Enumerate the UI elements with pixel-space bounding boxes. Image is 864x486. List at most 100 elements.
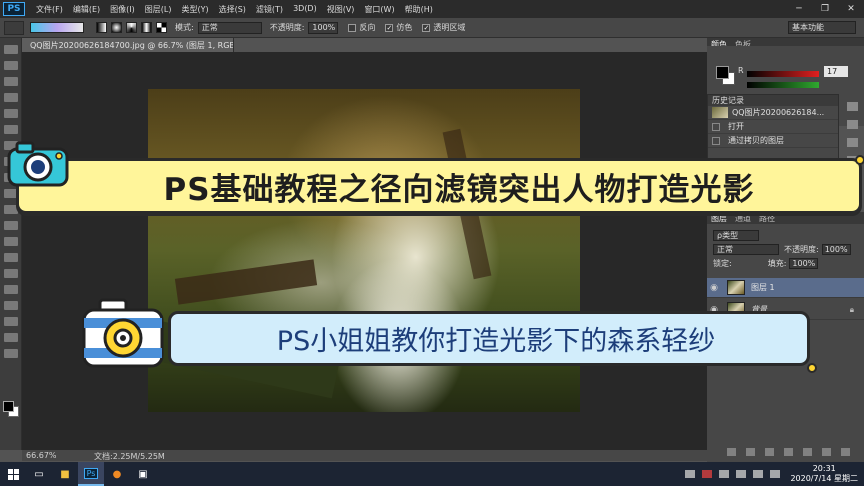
reflected-gradient-button[interactable] <box>141 22 152 33</box>
history-item-open[interactable]: 打开 <box>708 120 838 134</box>
history-dock-icon[interactable] <box>847 102 858 111</box>
document-tab[interactable]: QQ图片20200626184700.jpg @ 66.7% (图层 1, RG… <box>22 38 234 52</box>
history-item-copy-layer[interactable]: 通过拷贝的图层 <box>708 134 838 148</box>
fill-label: 填充: <box>767 258 787 268</box>
menu-type[interactable]: 类型(Y) <box>176 4 213 15</box>
menu-file[interactable]: 文件(F) <box>31 4 68 15</box>
menu-image[interactable]: 图像(I) <box>105 4 140 15</box>
layer-thumbnail <box>727 280 745 295</box>
new-layer-icon[interactable] <box>822 448 831 456</box>
layer-opacity-label: 不透明度: <box>784 244 819 254</box>
layer-row-layer1[interactable]: ◉ 图层 1 <box>707 278 864 298</box>
link-layers-icon[interactable] <box>727 448 736 456</box>
lock-label: 锁定: <box>713 258 732 268</box>
menu-layer[interactable]: 图层(L) <box>140 4 177 15</box>
red-slider[interactable] <box>747 71 819 77</box>
blur-tool-icon[interactable] <box>4 237 18 246</box>
video-app-icon[interactable]: ▣ <box>130 462 156 486</box>
history-step-icon <box>712 122 720 131</box>
opacity-input[interactable]: 100% <box>308 21 339 34</box>
tray-show-hidden-icon[interactable] <box>719 470 730 478</box>
file-explorer-icon[interactable]: ■ <box>52 462 78 486</box>
menu-select[interactable]: 选择(S) <box>214 4 251 15</box>
workspace-select[interactable]: 基本功能 <box>788 21 856 34</box>
layer-opacity-input[interactable]: 100% <box>821 243 851 255</box>
gradient-picker[interactable] <box>30 22 84 33</box>
properties-dock-icon[interactable] <box>847 120 858 129</box>
browser-icon[interactable]: ● <box>104 462 130 486</box>
add-mask-icon[interactable] <box>765 448 774 456</box>
type-tool-icon[interactable] <box>4 285 18 294</box>
layer-filter-select[interactable]: ρ类型 <box>713 229 759 241</box>
tab-layers[interactable]: 图层 <box>711 213 727 224</box>
visibility-eye-icon[interactable]: ◉ <box>707 283 721 293</box>
reverse-check-box[interactable] <box>348 23 357 32</box>
right-panels: 颜色 色板 R 17 历史记录 QQ图片20200626184... 打开 通过… <box>707 38 864 462</box>
lock-row: 锁定: 填充: 100% <box>707 256 864 270</box>
gradient-tool-icon[interactable] <box>4 221 18 230</box>
tab-channels[interactable]: 通道 <box>735 213 751 224</box>
marquee-tool-icon[interactable] <box>4 61 18 70</box>
menu-view[interactable]: 视图(V) <box>322 4 360 15</box>
reverse-label: 反向 <box>359 23 376 32</box>
lasso-tool-icon[interactable] <box>4 77 18 86</box>
tab-paths[interactable]: 路径 <box>759 213 775 224</box>
eyedropper-tool-icon[interactable] <box>4 125 18 134</box>
angle-gradient-button[interactable] <box>126 22 137 33</box>
restore-button[interactable]: ❐ <box>812 0 838 18</box>
radial-gradient-button[interactable] <box>111 22 122 33</box>
task-view-icon[interactable]: ▭ <box>26 462 52 486</box>
reverse-checkbox[interactable]: 反向 <box>348 22 375 33</box>
tool-preset-picker[interactable] <box>4 20 24 35</box>
menu-filter[interactable]: 滤镜(T) <box>251 4 288 15</box>
mode-select[interactable]: 正常 <box>197 21 262 34</box>
pen-tool-icon[interactable] <box>4 269 18 278</box>
magic-wand-tool-icon[interactable] <box>4 93 18 102</box>
menu-window[interactable]: 窗口(W) <box>359 4 399 15</box>
volume-icon[interactable] <box>753 470 764 478</box>
transparency-check-icon[interactable]: ✓ <box>422 23 431 32</box>
input-method-icon[interactable] <box>770 470 781 478</box>
zoom-level[interactable]: 66.67% <box>26 451 57 460</box>
adjustment-layer-icon[interactable] <box>784 448 793 456</box>
crop-tool-icon[interactable] <box>4 109 18 118</box>
delete-layer-icon[interactable] <box>841 448 850 456</box>
dither-check-icon[interactable]: ✓ <box>385 23 394 32</box>
green-slider[interactable] <box>747 82 819 88</box>
layer-action-icons <box>727 448 860 456</box>
blend-mode-select[interactable]: 正常 <box>713 243 779 255</box>
group-icon[interactable] <box>803 448 812 456</box>
title-banner: PS基础教程之径向滤镜突出人物打造光影 <box>7 141 864 214</box>
photoshop-taskbar-icon[interactable]: Ps <box>78 462 104 486</box>
foreground-color-swatch[interactable] <box>3 401 14 412</box>
layer-filter-row: ρ类型 <box>707 228 864 242</box>
zoom-tool-icon[interactable] <box>4 349 18 358</box>
tray-record-icon[interactable] <box>702 470 713 478</box>
adjustments-dock-icon[interactable] <box>847 138 858 147</box>
move-tool-icon[interactable] <box>4 45 18 54</box>
layer-style-icon[interactable] <box>746 448 755 456</box>
fill-input[interactable]: 100% <box>789 257 819 269</box>
network-icon[interactable] <box>736 470 747 478</box>
start-button[interactable] <box>0 462 26 486</box>
panel-foreground-swatch[interactable] <box>716 66 729 79</box>
dither-checkbox[interactable]: ✓ 仿色 <box>385 22 412 33</box>
transparency-checkbox[interactable]: ✓ 透明区域 <box>422 22 465 33</box>
decor-dot-icon <box>855 155 864 165</box>
menu-help[interactable]: 帮助(H) <box>400 4 438 15</box>
dodge-tool-icon[interactable] <box>4 253 18 262</box>
linear-gradient-button[interactable] <box>96 22 107 33</box>
camera-icon <box>7 141 69 187</box>
shape-tool-icon[interactable] <box>4 317 18 326</box>
history-snapshot[interactable]: QQ图片20200626184... <box>708 106 838 120</box>
close-button[interactable]: ✕ <box>838 0 864 18</box>
tray-app-icon[interactable] <box>685 470 696 478</box>
path-select-tool-icon[interactable] <box>4 301 18 310</box>
taskbar-clock[interactable]: 20:31 2020/7/14 星期二 <box>790 464 858 484</box>
red-value[interactable]: 17 <box>824 66 848 77</box>
menu-3d[interactable]: 3D(D) <box>288 4 322 15</box>
menu-edit[interactable]: 编辑(E) <box>68 4 105 15</box>
minimize-button[interactable]: ─ <box>786 0 812 18</box>
diamond-gradient-button[interactable] <box>156 22 167 33</box>
hand-tool-icon[interactable] <box>4 333 18 342</box>
